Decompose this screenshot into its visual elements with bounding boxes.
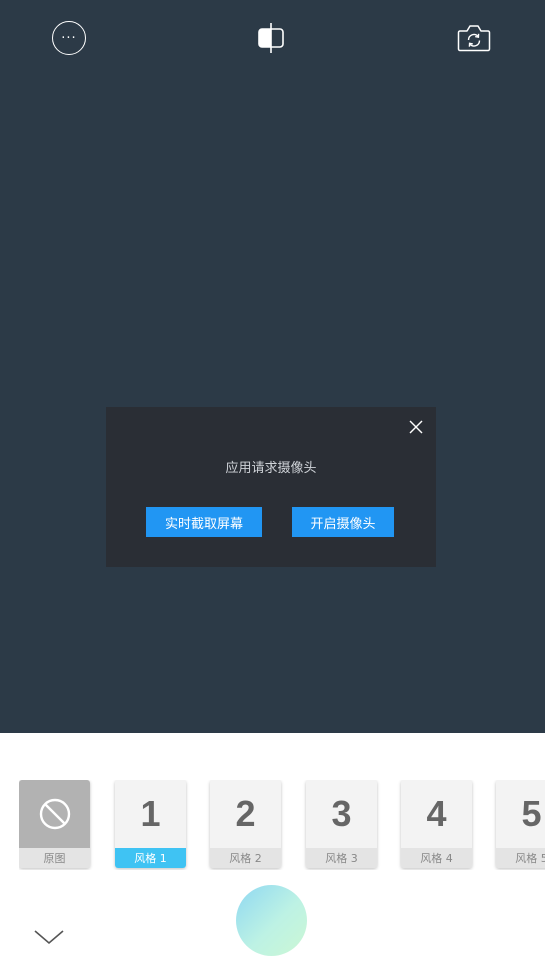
style-label: 风格 4 <box>401 848 472 868</box>
style-number: 4 <box>426 793 447 834</box>
style-label: 原图 <box>19 848 90 868</box>
original-thumb <box>19 780 90 848</box>
style-card-3[interactable]: 3 风格 3 <box>306 780 377 868</box>
more-button[interactable]: ··· <box>51 20 87 56</box>
screen-capture-button[interactable]: 实时截取屏幕 <box>146 507 262 537</box>
style-strip[interactable]: 原图 1 风格 1 2 风格 2 3 风格 3 4 风格 4 5 风格 5 <box>19 780 545 870</box>
style-label: 风格 2 <box>210 848 281 868</box>
dialog-message: 应用请求摄像头 <box>225 461 317 476</box>
shutter-button[interactable] <box>236 885 307 956</box>
more-dots: ··· <box>61 30 77 46</box>
style-card-5[interactable]: 5 风格 5 <box>496 780 545 868</box>
no-filter-icon <box>39 798 70 830</box>
style-label: 风格 3 <box>306 848 377 868</box>
camera-switch-button[interactable] <box>456 20 492 56</box>
compare-button[interactable] <box>253 20 289 56</box>
open-camera-button[interactable]: 开启摄像头 <box>292 507 394 537</box>
more-icon: ··· <box>52 21 86 55</box>
style-label: 风格 1 <box>115 848 186 868</box>
chevron-down-icon[interactable] <box>33 928 65 946</box>
style-number: 5 <box>521 793 542 834</box>
style-label: 风格 5 <box>496 848 545 868</box>
camera-preview: ··· 应用请求摄像头 实时截取屏幕 开启摄像头 <box>0 0 545 733</box>
camera-switch-icon <box>457 25 491 52</box>
split-compare-icon <box>258 23 284 53</box>
close-icon[interactable] <box>408 419 424 435</box>
style-card-1[interactable]: 1 风格 1 <box>115 780 186 868</box>
bottom-panel: 原图 1 风格 1 2 风格 2 3 风格 3 4 风格 4 5 风格 5 <box>0 733 545 973</box>
style-card-4[interactable]: 4 风格 4 <box>401 780 472 868</box>
style-number: 2 <box>235 793 256 834</box>
style-number: 3 <box>331 793 352 834</box>
style-number: 1 <box>140 793 161 834</box>
style-card-2[interactable]: 2 风格 2 <box>210 780 281 868</box>
style-card-original[interactable]: 原图 <box>19 780 90 868</box>
camera-permission-dialog: 应用请求摄像头 实时截取屏幕 开启摄像头 <box>106 407 436 567</box>
